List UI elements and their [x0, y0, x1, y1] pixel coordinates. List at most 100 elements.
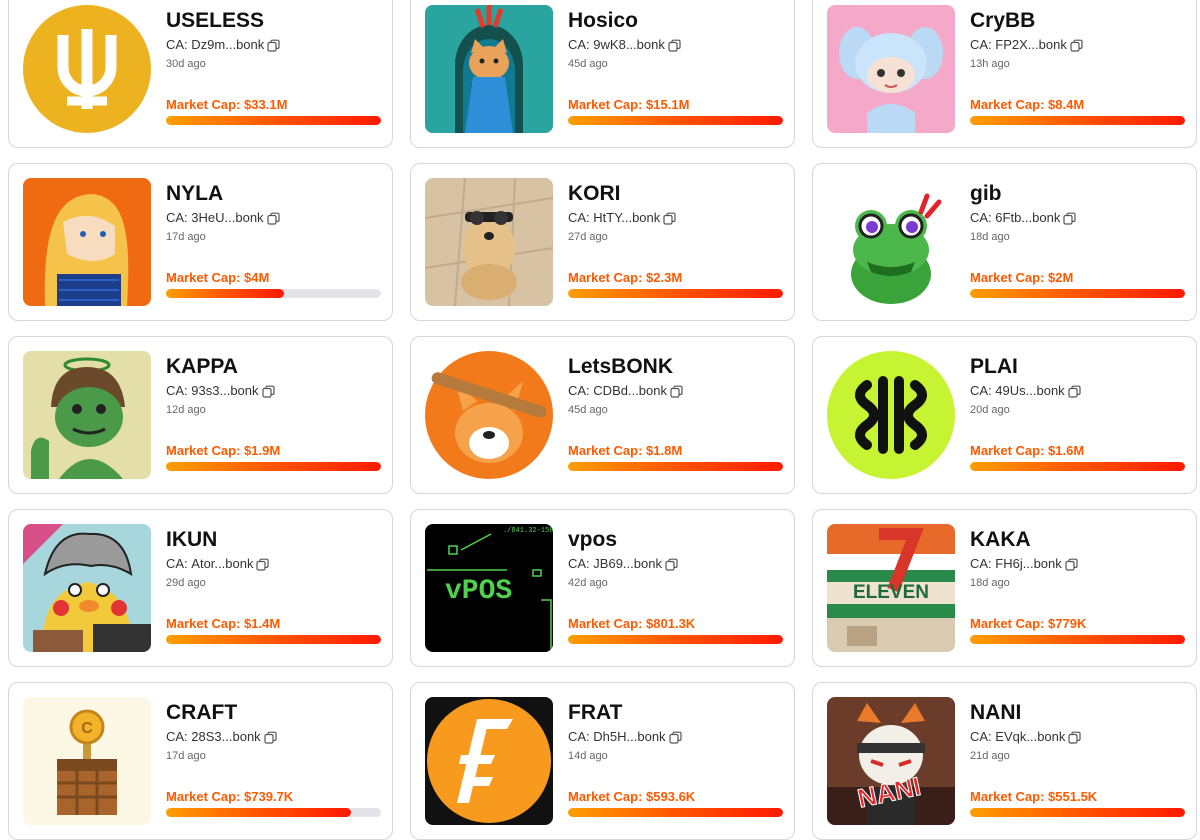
bonding-progress-bar	[166, 808, 381, 817]
market-cap-label: Market Cap:	[166, 97, 245, 112]
ca-value: FH6j...bonk	[995, 556, 1062, 571]
token-card-gib[interactable]: gib CA: 6Ftb...bonk 18d ago Market Cap: $2M	[812, 163, 1197, 321]
market-cap-label: Market Cap:	[970, 789, 1049, 804]
token-card-crybb[interactable]: CryBB CA: FP2X...bonk 13h ago Market Cap: $…	[812, 0, 1197, 148]
copy-icon[interactable]	[261, 385, 275, 398]
copy-icon[interactable]	[1063, 212, 1076, 225]
token-card-letsbonk[interactable]: LetsBONK CA: CDBd...bonk 45d ago Market Cap…	[410, 336, 795, 494]
token-name[interactable]: CryBB	[970, 9, 1182, 33]
token-info: PLAI CA: 49Us...bonk 20d ago	[970, 355, 1182, 417]
market-cap-value: $15.1M	[646, 97, 690, 112]
token-age: 45d ago	[568, 404, 608, 416]
letsbonk-dog-image[interactable]	[425, 351, 553, 479]
bonding-progress-bar	[166, 116, 381, 125]
token-info: Hosico CA: 9wK8...bonk 45d ago	[568, 9, 780, 71]
gib-frog-image[interactable]	[827, 178, 955, 306]
token-name[interactable]: KAPPA	[166, 355, 378, 379]
token-info: CryBB CA: FP2X...bonk 13h ago	[970, 9, 1182, 71]
copy-icon[interactable]	[668, 39, 681, 52]
copy-icon[interactable]	[266, 212, 280, 225]
market-cap-label: Market Cap:	[166, 443, 245, 458]
token-card-frat[interactable]: FRAT CA: Dh5H...bonk 14d ago Market Cap: $5…	[410, 682, 795, 840]
hosico-cat-image[interactable]	[425, 5, 553, 133]
ca-prefix-label: CA:	[568, 37, 594, 52]
token-card-kaka[interactable]: ELEVEN KAKA CA: FH6j...bonk 18d ago Market C…	[812, 509, 1197, 667]
kappa-creature-image[interactable]	[23, 351, 151, 479]
copy-icon[interactable]	[1065, 558, 1078, 571]
vpos-terminal-image[interactable]: ./841.32-158 vPOS	[425, 524, 553, 652]
market-cap: Market Cap: $15.1M	[568, 97, 689, 112]
token-age: 29d ago	[166, 577, 206, 589]
market-cap-label: Market Cap:	[568, 789, 647, 804]
token-card-nani[interactable]: NANI NANI CA: EVqk...bonk 21d ago Market Cap…	[812, 682, 1197, 840]
copy-icon[interactable]	[256, 558, 270, 571]
kaka-eleven-image[interactable]: ELEVEN	[827, 524, 955, 652]
token-name[interactable]: gib	[970, 182, 1182, 206]
copy-icon[interactable]	[1068, 385, 1081, 398]
vpos-art-text: vPOS	[445, 576, 512, 607]
token-card-hosico[interactable]: Hosico CA: 9wK8...bonk 45d ago Market Cap: …	[410, 0, 795, 148]
nani-fox-image[interactable]: NANI	[827, 697, 955, 825]
copy-icon[interactable]	[1070, 39, 1083, 52]
copy-icon[interactable]	[1068, 731, 1082, 744]
market-cap-value: $33.1M	[244, 97, 288, 112]
token-name[interactable]: KAKA	[970, 528, 1182, 552]
useless-logo-icon[interactable]	[23, 5, 151, 133]
token-name[interactable]: NYLA	[166, 182, 378, 206]
token-card-useless[interactable]: USELESS CA: Dz9m...bonk 30d ago Market Cap:…	[8, 0, 393, 148]
copy-icon[interactable]	[670, 385, 683, 398]
token-name[interactable]: LetsBONK	[568, 355, 780, 379]
ikun-chick-image[interactable]	[23, 524, 151, 652]
svg-text:C: C	[81, 720, 93, 737]
ca-prefix-label: CA:	[166, 556, 192, 571]
nyla-anime-girl-image[interactable]	[23, 178, 151, 306]
kori-dog-image[interactable]	[425, 178, 553, 306]
token-card-ikun[interactable]: IKUN CA: Ator...bonk 29d ago Market Cap: $1…	[8, 509, 393, 667]
token-age: 18d ago	[970, 577, 1010, 589]
token-name[interactable]: KORI	[568, 182, 780, 206]
kaka-art-text: ELEVEN	[853, 582, 929, 603]
copy-icon[interactable]	[264, 731, 277, 744]
token-info: KAKA CA: FH6j...bonk 18d ago	[970, 528, 1182, 590]
token-name[interactable]: vpos	[568, 528, 780, 552]
ca-value: JB69...bonk	[593, 556, 662, 571]
token-name[interactable]: Hosico	[568, 9, 780, 33]
token-name[interactable]: FRAT	[568, 701, 780, 725]
token-age: 45d ago	[568, 58, 608, 70]
plai-logo-icon[interactable]	[827, 351, 955, 479]
ca-value: EVqk...bonk	[995, 729, 1066, 744]
copy-icon[interactable]	[665, 558, 678, 571]
token-name[interactable]: PLAI	[970, 355, 1182, 379]
token-info: FRAT CA: Dh5H...bonk 14d ago	[568, 701, 780, 763]
token-card-nyla[interactable]: NYLA CA: 3HeU...bonk 17d ago Market Cap: $4…	[8, 163, 393, 321]
token-contract-address: CA: FP2X...bonk	[970, 37, 1182, 53]
token-contract-address: CA: JB69...bonk	[568, 556, 780, 572]
token-name[interactable]: CRAFT	[166, 701, 378, 725]
token-name[interactable]: NANI	[970, 701, 1182, 725]
token-contract-address: CA: Dh5H...bonk	[568, 729, 780, 745]
token-info: IKUN CA: Ator...bonk 29d ago	[166, 528, 378, 590]
token-card-kori[interactable]: KORI CA: HtTY...bonk 27d ago Market Cap: $2…	[410, 163, 795, 321]
copy-icon[interactable]	[663, 212, 676, 225]
market-cap-value: $1.4M	[244, 616, 281, 631]
ca-prefix-label: CA:	[166, 37, 192, 52]
token-card-plai[interactable]: PLAI CA: 49Us...bonk 20d ago Market Cap: $1…	[812, 336, 1197, 494]
bonding-progress-fill	[166, 289, 285, 298]
token-age: 12d ago	[166, 404, 206, 416]
copy-icon[interactable]	[267, 39, 280, 52]
market-cap: Market Cap: $1.8M	[568, 443, 682, 458]
frat-coin-icon[interactable]	[425, 697, 553, 825]
craft-chest-image[interactable]: C	[23, 697, 151, 825]
market-cap-value: $739.7K	[244, 789, 294, 804]
ca-prefix-label: CA:	[568, 383, 594, 398]
token-card-craft[interactable]: C CRAFT CA: 28S3...bonk 17d ago Market Cap: …	[8, 682, 393, 840]
token-name[interactable]: USELESS	[166, 9, 378, 33]
crybb-doll-image[interactable]	[827, 5, 955, 133]
token-card-kappa[interactable]: KAPPA CA: 93s3...bonk 12d ago Market Cap: $…	[8, 336, 393, 494]
market-cap-label: Market Cap:	[970, 270, 1049, 285]
token-card-vpos[interactable]: ./841.32-158 vPOS vpos CA: JB69...bonk 42d a…	[410, 509, 795, 667]
copy-icon[interactable]	[668, 731, 682, 744]
market-cap: Market Cap: $739.7K	[166, 789, 293, 804]
token-name[interactable]: IKUN	[166, 528, 378, 552]
ca-value: FP2X...bonk	[995, 37, 1067, 52]
